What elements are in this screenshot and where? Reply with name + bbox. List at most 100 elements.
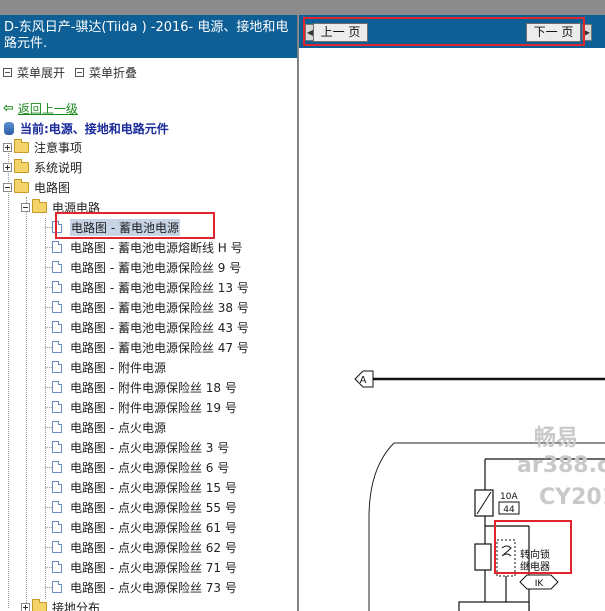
- expand-toggle-icon[interactable]: [21, 602, 30, 611]
- tree-item-label: 电路图 - 附件电源保险丝 19 号: [70, 400, 237, 415]
- tree-item-label: 电路图 - 蓄电池电源保险丝 43 号: [70, 320, 249, 335]
- fuse-rating: 10A: [500, 492, 518, 502]
- tree-item-power-circuit[interactable]: 电源电路: [21, 197, 100, 217]
- next-page-button[interactable]: 下一 页: [526, 23, 581, 42]
- tree-line: [45, 427, 52, 428]
- document-icon: [52, 481, 62, 493]
- prev-page-button[interactable]: 上一 页: [313, 23, 368, 42]
- tree-item-page[interactable]: 电路图 - 点火电源保险丝 3 号: [52, 437, 229, 457]
- tree-item-page[interactable]: 电路图 - 点火电源保险丝 61 号: [52, 517, 237, 537]
- connector-label: A: [360, 375, 367, 386]
- tree-item-page[interactable]: 电路图 - 附件电源保险丝 19 号: [52, 397, 237, 417]
- tree-item-ground-distribution[interactable]: 接地分布: [21, 597, 100, 611]
- collapse-all-label: 菜单折叠: [89, 65, 138, 80]
- document-icon: [52, 501, 62, 513]
- tree-line: [45, 218, 46, 599]
- document-icon: [52, 361, 62, 373]
- tree-item-label: 接地分布: [52, 600, 101, 611]
- watermark-text: CY201: [539, 485, 605, 510]
- tree-item-label: 电路图 - 点火电源保险丝 73 号: [70, 580, 237, 595]
- tree-item-page[interactable]: 电路图 - 蓄电池电源保险丝 38 号: [52, 297, 249, 317]
- tree-item-label: 电路图 - 点火电源保险丝 71 号: [70, 560, 237, 575]
- tree-line: [45, 567, 52, 568]
- document-icon: [52, 321, 62, 333]
- tree-line: [45, 387, 52, 388]
- collapse-all-button[interactable]: 菜单折叠: [75, 64, 137, 81]
- circuit-diagram: A 10A 44 转向锁 继电器 IK: [354, 370, 605, 611]
- diagram-pane: ◀ 上一 页 下一 页 ▶ A 10A 44 转向锁 继电器 IK 畅易 ar3…: [299, 15, 605, 611]
- expand-all-button[interactable]: 菜单展开: [3, 64, 65, 81]
- tree-item-page[interactable]: 电路图 - 蓄电池电源保险丝 9 号: [52, 257, 241, 277]
- tree-item-page[interactable]: 电路图 - 点火电源保险丝 73 号: [52, 577, 237, 597]
- tree-item-page[interactable]: 电路图 - 附件电源保险丝 18 号: [52, 377, 237, 397]
- tree-line: [45, 327, 52, 328]
- tree-item-label: 电路图 - 点火电源保险丝 3 号: [70, 440, 230, 455]
- expand-toggle-icon[interactable]: [3, 162, 12, 172]
- tree-item-label: 电源电路: [52, 200, 101, 215]
- tree-item-page[interactable]: 电路图 - 点火电源保险丝 71 号: [52, 557, 237, 577]
- tree-item-page[interactable]: 电路图 - 点火电源: [52, 417, 166, 437]
- module-box: [458, 601, 530, 611]
- tree-line: [45, 287, 52, 288]
- current-location: 当前:电源、接地和电路元件: [4, 120, 169, 137]
- tree-line: [45, 487, 52, 488]
- tree-line: [8, 146, 9, 608]
- collapse-icon: [75, 67, 85, 77]
- document-title: D-东风日产-骐达(Tiida ) -2016- 电源、接地和电路元件.: [0, 15, 297, 58]
- back-link[interactable]: ⇦ 返回上一级: [3, 100, 78, 117]
- tree-item-notes[interactable]: 注意事项: [3, 137, 82, 157]
- folder-open-icon: [32, 198, 47, 213]
- document-icon: [52, 541, 62, 553]
- relay-switch: [496, 539, 516, 577]
- component-outline: [368, 442, 395, 611]
- document-icon: [52, 401, 62, 413]
- tree-item-page[interactable]: 电路图 - 蓄电池电源保险丝 47 号: [52, 337, 249, 357]
- tree-item-label: 电路图 - 蓄电池电源保险丝 38 号: [70, 300, 249, 315]
- tree-item-system-description[interactable]: 系统说明: [3, 157, 82, 177]
- collapse-toggle-icon[interactable]: [21, 202, 30, 212]
- fuse-number: 44: [503, 505, 515, 515]
- tree-item-label: 电路图: [34, 180, 71, 195]
- relay-label-line2: 继电器: [520, 560, 550, 573]
- document-icon: [52, 521, 62, 533]
- tree-item-label: 电路图 - 点火电源: [70, 420, 166, 435]
- tree-item-page[interactable]: 电路图 - 蓄电池电源保险丝 13 号: [52, 277, 249, 297]
- document-icon: [52, 341, 62, 353]
- next-arrow-icon[interactable]: ▶: [582, 24, 592, 41]
- tree-line: [45, 267, 52, 268]
- tree-item-page[interactable]: 电路图 - 附件电源: [52, 357, 166, 377]
- document-icon: [52, 241, 62, 253]
- tree-item-page[interactable]: 电路图 - 点火电源保险丝 15 号: [52, 477, 237, 497]
- tree-line: [45, 507, 52, 508]
- tree-item-page[interactable]: 电路图 - 蓄电池电源保险丝 43 号: [52, 317, 249, 337]
- tree-line: [45, 347, 52, 348]
- tree-item-page[interactable]: 电路图 - 点火电源保险丝 55 号: [52, 497, 237, 517]
- tree-item-page[interactable]: 电路图 - 蓄电池电源: [52, 217, 180, 237]
- tree-item-label: 电路图 - 点火电源保险丝 15 号: [70, 480, 237, 495]
- tree-item-page[interactable]: 电路图 - 蓄电池电源熔断线 H 号: [52, 237, 243, 257]
- tree-line: [45, 307, 52, 308]
- tree-item-label: 电路图 - 蓄电池电源保险丝 13 号: [70, 280, 249, 295]
- back-arrow-icon: ⇦: [3, 101, 14, 116]
- tree-item-label: 电路图 - 附件电源保险丝 18 号: [70, 380, 237, 395]
- tree-item-label: 电路图 - 蓄电池电源保险丝 9 号: [70, 260, 242, 275]
- tree-item-page[interactable]: 电路图 - 点火电源保险丝 62 号: [52, 537, 237, 557]
- page-nav-bar: ◀ 上一 页 下一 页 ▶: [299, 15, 605, 48]
- watermark-text: 畅易: [534, 426, 579, 451]
- collapse-toggle-icon[interactable]: [3, 182, 12, 192]
- window-top-strip: [0, 0, 605, 15]
- expand-toggle-icon[interactable]: [3, 142, 12, 152]
- tree-item-label: 电路图 - 蓄电池电源保险丝 47 号: [70, 340, 249, 355]
- tree-line: [45, 547, 52, 548]
- navigation-pane: D-东风日产-骐达(Tiida ) -2016- 电源、接地和电路元件. 菜单展…: [0, 15, 298, 611]
- tree-line: [45, 447, 52, 448]
- tree-item-page[interactable]: 电路图 - 点火电源保险丝 6 号: [52, 457, 229, 477]
- tree-line: [45, 367, 52, 368]
- watermark-text: ar388.c: [517, 453, 605, 478]
- tree-line: [45, 527, 52, 528]
- tree-line: [45, 247, 52, 248]
- tree-line: [45, 587, 52, 588]
- tree-item-label: 电路图 - 点火电源保险丝 6 号: [70, 460, 230, 475]
- folder-open-icon: [14, 178, 29, 193]
- tree-item-circuit-diagram[interactable]: 电路图: [3, 177, 70, 197]
